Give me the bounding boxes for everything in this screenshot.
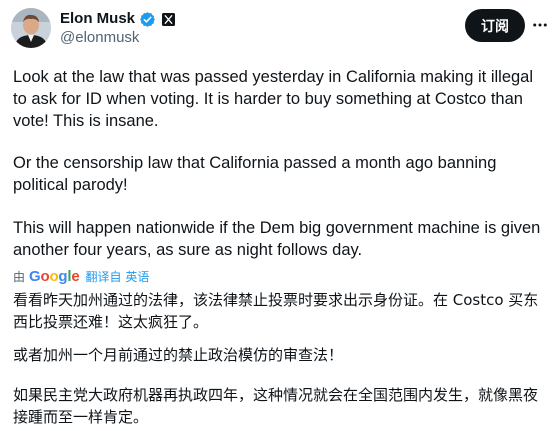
verified-badge-icon bbox=[139, 11, 156, 28]
subscribe-button[interactable]: 订阅 bbox=[465, 9, 525, 42]
translated-paragraph: 如果民主党大政府机器再执政四年，这种情况就会在全国范围内发生，就像黑夜接踵而至一… bbox=[13, 386, 539, 426]
x-logo-icon bbox=[161, 12, 175, 26]
author-name-row: Elon Musk bbox=[60, 10, 175, 28]
translated-paragraph: 或者加州一个月前通过的禁止政治模仿的审查法！ bbox=[13, 346, 344, 364]
post-paragraph: Or the censorship law that California pa… bbox=[13, 154, 497, 194]
translated-from-link[interactable]: 翻译自 英语 bbox=[86, 268, 150, 285]
author-display-name[interactable]: Elon Musk bbox=[60, 10, 135, 28]
translated-by-label: 由 bbox=[13, 269, 26, 284]
translation-attribution: 由 Google 翻译自 英语 bbox=[13, 266, 149, 286]
avatar[interactable] bbox=[11, 8, 51, 48]
post-paragraph: Look at the law that was passed yesterda… bbox=[13, 68, 534, 130]
more-icon[interactable] bbox=[530, 15, 550, 35]
translated-paragraph: 看看昨天加州通过的法律，该法律禁止投票时要求出示身份证。在 Costco 买东西… bbox=[13, 291, 539, 331]
author-handle[interactable]: @elonmusk bbox=[60, 29, 139, 47]
profile-photo bbox=[11, 8, 51, 48]
google-logo: Google bbox=[29, 267, 80, 285]
post-header: Elon Musk @elonmusk 订阅 bbox=[0, 0, 553, 56]
post-paragraph: This will happen nationwide if the Dem b… bbox=[13, 219, 541, 259]
